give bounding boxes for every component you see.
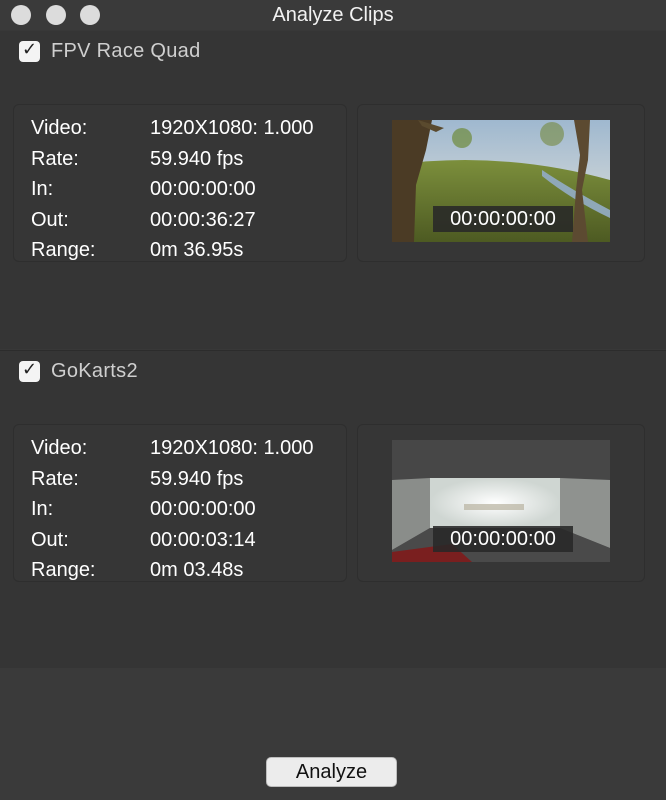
video-row: Video: 1920X1080: 1.000 [31,113,314,143]
out-label: Out: [31,528,69,551]
rate-row: Rate: 59.940 fps [31,144,243,174]
video-value: 1920X1080: 1.000 [150,436,314,459]
clip-section-2: ✓ GoKarts2 Video: 1920X1080: 1.000 Rate:… [0,350,666,668]
clip-thumbnail: 00:00:00:00 [392,440,610,562]
title-bar: Analyze Clips [0,0,666,30]
check-icon: ✓ [22,38,38,60]
in-row: In: 00:00:00:00 [31,174,256,204]
footer: Analyze [0,668,666,800]
video-label: Video: [31,436,88,459]
rate-label: Rate: [31,467,79,490]
rate-value: 59.940 fps [150,147,244,170]
thumbnail-timecode: 00:00:00:00 [433,206,573,232]
range-row: Range: 0m 36.95s [31,235,243,265]
range-value: 0m 36.95s [150,238,244,261]
out-value: 00:00:03:14 [150,528,256,551]
in-value: 00:00:00:00 [150,177,256,200]
clip-info-panel: Video: 1920X1080: 1.000 Rate: 59.940 fps… [13,424,347,582]
out-label: Out: [31,208,69,231]
clip-section-1: ✓ FPV Race Quad Video: 1920X1080: 1.000 … [0,31,666,349]
out-value: 00:00:36:27 [150,208,256,231]
clip-thumbnail-panel: 00:00:00:00 [357,104,645,262]
analyze-button[interactable]: Analyze [266,757,397,787]
out-row: Out: 00:00:36:27 [31,205,256,235]
range-row: Range: 0m 03.48s [31,555,243,585]
in-value: 00:00:00:00 [150,497,256,520]
clip-info-panel: Video: 1920X1080: 1.000 Rate: 59.940 fps… [13,104,347,262]
range-label: Range: [31,558,96,581]
video-value: 1920X1080: 1.000 [150,116,314,139]
in-label: In: [31,177,54,200]
video-label: Video: [31,116,88,139]
thumbnail-timecode: 00:00:00:00 [433,526,573,552]
clip-checkbox[interactable]: ✓ [19,38,40,62]
video-row: Video: 1920X1080: 1.000 [31,433,314,463]
range-value: 0m 03.48s [150,558,244,581]
range-label: Range: [31,238,96,261]
rate-label: Rate: [31,147,79,170]
clip-header: ✓ GoKarts2 [19,359,138,383]
clip-thumbnail-panel: 00:00:00:00 [357,424,645,582]
in-label: In: [31,497,54,520]
clip-header: ✓ FPV Race Quad [19,39,201,63]
rate-value: 59.940 fps [150,467,244,490]
check-icon: ✓ [22,358,38,380]
rate-row: Rate: 59.940 fps [31,464,243,494]
clip-thumbnail: 00:00:00:00 [392,120,610,242]
clip-checkbox[interactable]: ✓ [19,358,40,382]
in-row: In: 00:00:00:00 [31,494,256,524]
out-row: Out: 00:00:03:14 [31,525,256,555]
clip-name: GoKarts2 [51,359,138,382]
clip-name: FPV Race Quad [51,39,201,62]
window-title: Analyze Clips [272,4,394,26]
